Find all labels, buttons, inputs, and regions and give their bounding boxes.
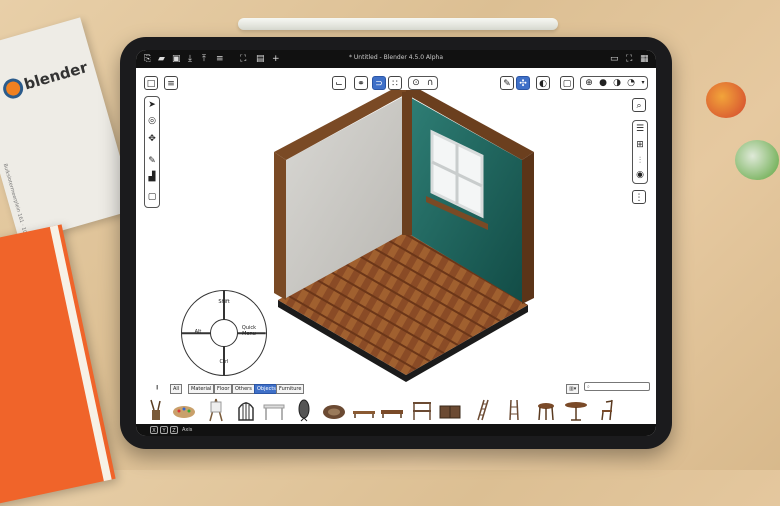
pie-quick-menu[interactable]: Quick Menu	[238, 325, 260, 337]
overlay-paint-button[interactable]: ✎	[500, 76, 514, 90]
view-layer-button[interactable]: ▢	[560, 76, 574, 90]
monitor-icon[interactable]: ▭	[610, 53, 619, 65]
asset-search-input[interactable]: ⌕	[584, 382, 650, 391]
blender-logo-icon	[0, 76, 26, 101]
link-button[interactable]: ⚭	[354, 76, 368, 90]
toy-figure-2	[735, 140, 779, 180]
asset-thumbnails	[144, 396, 644, 426]
room-3d-viewport[interactable]	[256, 90, 546, 420]
blender-logo: blender	[0, 58, 90, 101]
tab-all[interactable]: All	[170, 384, 183, 394]
snap-toggle-button[interactable]: ⊃	[372, 76, 386, 90]
right-post	[522, 152, 534, 304]
window-title: * Untitled - Blender 4.5.0 Alpha	[348, 54, 443, 61]
asset-brush-cup[interactable]	[144, 398, 168, 422]
move-tool-icon[interactable]: ◎	[145, 114, 159, 128]
key-z: Z	[170, 426, 178, 434]
blender-business-card: blender Buikslotermeerplein 161 · 1025 E…	[0, 17, 136, 288]
rotate-tool-icon[interactable]: ✥	[145, 132, 159, 146]
asset-mirror[interactable]	[292, 398, 316, 422]
corner-post	[402, 92, 412, 235]
solid-shading-icon[interactable]: ●	[596, 76, 610, 90]
view-mode-dropdown[interactable]: ▥▾	[566, 384, 580, 394]
falloff-curve-icon[interactable]: ∩	[423, 76, 437, 90]
asset-shelf[interactable]	[410, 398, 434, 422]
select-box-button[interactable]: □	[144, 76, 158, 90]
asset-bench[interactable]	[352, 398, 376, 422]
asset-cabinet[interactable]	[438, 398, 462, 422]
key-y: Y	[160, 426, 168, 434]
asset-birdcage[interactable]	[234, 398, 258, 422]
gizmo-toggle-button[interactable]: ✣	[516, 76, 530, 90]
sliders-icon[interactable]: ⫶	[633, 154, 647, 168]
proportional-edit-icon[interactable]: ⊙	[409, 76, 423, 90]
asset-palette[interactable]	[172, 398, 196, 422]
asset-filter-icon[interactable]: ⫼	[154, 384, 160, 392]
layout-icon[interactable]: ▦	[640, 53, 649, 65]
top-bar: ⎘ ▰ ▣ ⤓ ⤒ ≡ ⛶ ▤ + * Untitled - Blender 4…	[136, 50, 656, 68]
search-button[interactable]: ⌕	[632, 98, 646, 112]
orange-notebook	[0, 224, 116, 506]
properties-icon[interactable]: ⊞	[633, 138, 647, 152]
add-cube-tool-icon[interactable]: ▢	[145, 190, 159, 204]
asset-ladder-2[interactable]	[502, 398, 526, 422]
menu-toggle-button[interactable]: ≡	[164, 76, 178, 90]
pie-center[interactable]	[210, 319, 238, 347]
key-x: X	[150, 426, 158, 434]
tab-furniture[interactable]: Furniture	[276, 384, 305, 394]
asset-ladder[interactable]	[470, 398, 494, 422]
search-icon: ⌕	[587, 384, 590, 390]
modifier-pie-menu[interactable]: Shift Alt Quick Menu Ctrl	[181, 290, 267, 376]
annotate-tool-icon[interactable]: ✎	[145, 154, 159, 168]
asset-side-table[interactable]	[262, 398, 286, 422]
outliner-icon[interactable]: ☰	[633, 122, 647, 136]
visibility-eye-icon[interactable]: ◉	[633, 168, 647, 182]
snap-grid-button[interactable]: ∷	[388, 76, 402, 90]
asset-chair[interactable]	[596, 398, 620, 422]
measure-tool-icon[interactable]: ▟	[145, 170, 159, 184]
blender-screen: ⎘ ▰ ▣ ⤓ ⤒ ≡ ⛶ ▤ + * Untitled - Blender 4…	[136, 50, 656, 436]
pie-shift[interactable]: Shift	[209, 299, 239, 305]
more-options-button[interactable]: ⋮	[632, 190, 646, 204]
asset-round-rug[interactable]	[322, 398, 346, 422]
pie-alt[interactable]: Alt	[183, 329, 213, 335]
left-post	[274, 152, 286, 300]
tab-others[interactable]: Others	[232, 384, 255, 394]
material-shading-icon[interactable]: ◑	[610, 76, 624, 90]
status-bar: X Y Z Axis	[136, 424, 656, 436]
status-axis-label: Axis	[182, 427, 193, 433]
asset-stool[interactable]	[534, 398, 558, 422]
fullscreen-icon[interactable]: ⛶	[626, 53, 632, 65]
shading-dropdown-icon[interactable]: ▾	[636, 76, 650, 90]
asset-easel[interactable]	[204, 398, 228, 422]
transform-pivot-button[interactable]: ⌙	[332, 76, 346, 90]
asset-bench-2[interactable]	[380, 398, 404, 422]
toy-figure-1	[706, 82, 746, 118]
xray-toggle-button[interactable]: ◐	[536, 76, 550, 90]
asset-round-table[interactable]	[564, 398, 588, 422]
tab-material[interactable]: Material	[188, 384, 215, 394]
cursor-tool-icon[interactable]: ➤	[145, 98, 159, 112]
stylus-pencil	[238, 18, 558, 30]
tablet-device: ⎘ ▰ ▣ ⤓ ⤒ ≡ ⛶ ▤ + * Untitled - Blender 4…	[120, 37, 672, 449]
tab-floor[interactable]: Floor	[214, 384, 233, 394]
pie-ctrl[interactable]: Ctrl	[209, 359, 239, 365]
wireframe-shading-icon[interactable]: ⊕	[582, 76, 596, 90]
